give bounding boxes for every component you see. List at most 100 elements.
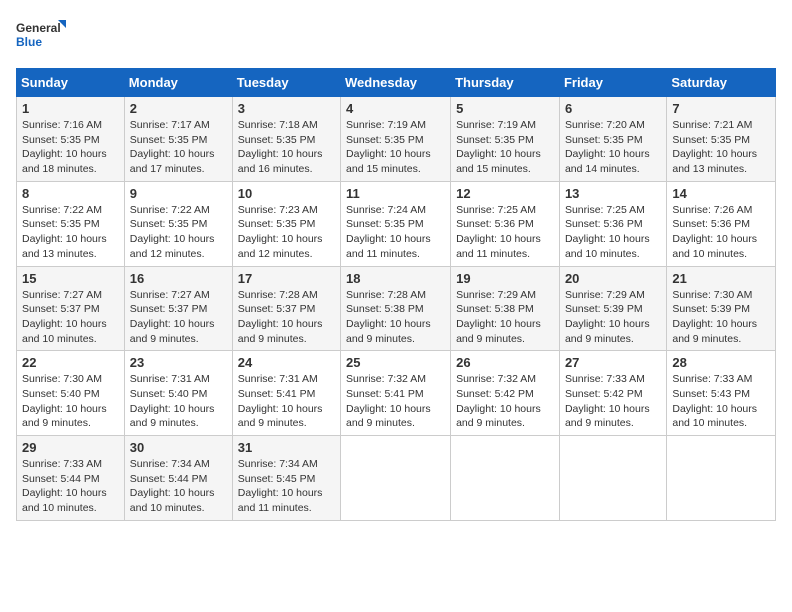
day-cell: 14 Sunrise: 7:26 AMSunset: 5:36 PMDaylig… [667, 181, 776, 266]
day-number: 13 [565, 186, 661, 201]
day-number: 10 [238, 186, 335, 201]
day-number: 24 [238, 355, 335, 370]
day-cell: 20 Sunrise: 7:29 AMSunset: 5:39 PMDaylig… [559, 266, 666, 351]
day-info: Sunrise: 7:18 AMSunset: 5:35 PMDaylight:… [238, 119, 323, 175]
day-cell: 16 Sunrise: 7:27 AMSunset: 5:37 PMDaylig… [124, 266, 232, 351]
day-number: 3 [238, 101, 335, 116]
week-row-2: 8 Sunrise: 7:22 AMSunset: 5:35 PMDayligh… [17, 181, 776, 266]
day-info: Sunrise: 7:22 AMSunset: 5:35 PMDaylight:… [22, 204, 107, 260]
day-cell: 11 Sunrise: 7:24 AMSunset: 5:35 PMDaylig… [341, 181, 451, 266]
day-info: Sunrise: 7:16 AMSunset: 5:35 PMDaylight:… [22, 119, 107, 175]
day-info: Sunrise: 7:23 AMSunset: 5:35 PMDaylight:… [238, 204, 323, 260]
header-row: SundayMondayTuesdayWednesdayThursdayFrid… [17, 69, 776, 97]
day-info: Sunrise: 7:31 AMSunset: 5:40 PMDaylight:… [130, 373, 215, 429]
day-info: Sunrise: 7:29 AMSunset: 5:39 PMDaylight:… [565, 289, 650, 345]
day-info: Sunrise: 7:21 AMSunset: 5:35 PMDaylight:… [672, 119, 757, 175]
day-cell: 4 Sunrise: 7:19 AMSunset: 5:35 PMDayligh… [341, 97, 451, 182]
day-number: 27 [565, 355, 661, 370]
day-info: Sunrise: 7:34 AMSunset: 5:44 PMDaylight:… [130, 458, 215, 514]
day-number: 7 [672, 101, 770, 116]
day-cell: 28 Sunrise: 7:33 AMSunset: 5:43 PMDaylig… [667, 351, 776, 436]
day-number: 18 [346, 271, 445, 286]
calendar-table: SundayMondayTuesdayWednesdayThursdayFrid… [16, 68, 776, 521]
day-number: 16 [130, 271, 227, 286]
day-number: 22 [22, 355, 119, 370]
day-cell: 13 Sunrise: 7:25 AMSunset: 5:36 PMDaylig… [559, 181, 666, 266]
day-number: 28 [672, 355, 770, 370]
day-number: 23 [130, 355, 227, 370]
day-info: Sunrise: 7:19 AMSunset: 5:35 PMDaylight:… [456, 119, 541, 175]
day-number: 25 [346, 355, 445, 370]
day-number: 17 [238, 271, 335, 286]
col-header-monday: Monday [124, 69, 232, 97]
week-row-4: 22 Sunrise: 7:30 AMSunset: 5:40 PMDaylig… [17, 351, 776, 436]
logo-svg: General Blue [16, 16, 66, 56]
day-number: 30 [130, 440, 227, 455]
day-cell: 2 Sunrise: 7:17 AMSunset: 5:35 PMDayligh… [124, 97, 232, 182]
day-info: Sunrise: 7:30 AMSunset: 5:40 PMDaylight:… [22, 373, 107, 429]
day-cell: 31 Sunrise: 7:34 AMSunset: 5:45 PMDaylig… [232, 436, 340, 521]
day-cell [341, 436, 451, 521]
day-info: Sunrise: 7:19 AMSunset: 5:35 PMDaylight:… [346, 119, 431, 175]
col-header-tuesday: Tuesday [232, 69, 340, 97]
day-cell: 8 Sunrise: 7:22 AMSunset: 5:35 PMDayligh… [17, 181, 125, 266]
day-cell: 27 Sunrise: 7:33 AMSunset: 5:42 PMDaylig… [559, 351, 666, 436]
day-number: 26 [456, 355, 554, 370]
day-cell [559, 436, 666, 521]
day-info: Sunrise: 7:26 AMSunset: 5:36 PMDaylight:… [672, 204, 757, 260]
day-info: Sunrise: 7:32 AMSunset: 5:42 PMDaylight:… [456, 373, 541, 429]
day-number: 19 [456, 271, 554, 286]
day-number: 12 [456, 186, 554, 201]
day-number: 1 [22, 101, 119, 116]
day-cell: 10 Sunrise: 7:23 AMSunset: 5:35 PMDaylig… [232, 181, 340, 266]
day-number: 8 [22, 186, 119, 201]
day-info: Sunrise: 7:22 AMSunset: 5:35 PMDaylight:… [130, 204, 215, 260]
day-info: Sunrise: 7:17 AMSunset: 5:35 PMDaylight:… [130, 119, 215, 175]
day-number: 29 [22, 440, 119, 455]
day-cell: 5 Sunrise: 7:19 AMSunset: 5:35 PMDayligh… [451, 97, 560, 182]
day-cell: 22 Sunrise: 7:30 AMSunset: 5:40 PMDaylig… [17, 351, 125, 436]
day-info: Sunrise: 7:25 AMSunset: 5:36 PMDaylight:… [456, 204, 541, 260]
logo: General Blue [16, 16, 66, 56]
day-number: 5 [456, 101, 554, 116]
day-info: Sunrise: 7:27 AMSunset: 5:37 PMDaylight:… [130, 289, 215, 345]
day-number: 14 [672, 186, 770, 201]
week-row-3: 15 Sunrise: 7:27 AMSunset: 5:37 PMDaylig… [17, 266, 776, 351]
day-number: 2 [130, 101, 227, 116]
day-cell: 15 Sunrise: 7:27 AMSunset: 5:37 PMDaylig… [17, 266, 125, 351]
day-cell: 29 Sunrise: 7:33 AMSunset: 5:44 PMDaylig… [17, 436, 125, 521]
svg-text:General: General [16, 21, 61, 35]
day-number: 21 [672, 271, 770, 286]
day-number: 9 [130, 186, 227, 201]
day-cell: 21 Sunrise: 7:30 AMSunset: 5:39 PMDaylig… [667, 266, 776, 351]
day-cell: 12 Sunrise: 7:25 AMSunset: 5:36 PMDaylig… [451, 181, 560, 266]
day-cell: 25 Sunrise: 7:32 AMSunset: 5:41 PMDaylig… [341, 351, 451, 436]
day-number: 6 [565, 101, 661, 116]
day-cell: 1 Sunrise: 7:16 AMSunset: 5:35 PMDayligh… [17, 97, 125, 182]
day-cell [451, 436, 560, 521]
day-info: Sunrise: 7:25 AMSunset: 5:36 PMDaylight:… [565, 204, 650, 260]
day-info: Sunrise: 7:33 AMSunset: 5:44 PMDaylight:… [22, 458, 107, 514]
svg-text:Blue: Blue [16, 35, 42, 49]
col-header-sunday: Sunday [17, 69, 125, 97]
day-info: Sunrise: 7:31 AMSunset: 5:41 PMDaylight:… [238, 373, 323, 429]
day-info: Sunrise: 7:29 AMSunset: 5:38 PMDaylight:… [456, 289, 541, 345]
day-cell: 6 Sunrise: 7:20 AMSunset: 5:35 PMDayligh… [559, 97, 666, 182]
day-cell: 7 Sunrise: 7:21 AMSunset: 5:35 PMDayligh… [667, 97, 776, 182]
day-cell: 23 Sunrise: 7:31 AMSunset: 5:40 PMDaylig… [124, 351, 232, 436]
day-number: 11 [346, 186, 445, 201]
day-info: Sunrise: 7:27 AMSunset: 5:37 PMDaylight:… [22, 289, 107, 345]
day-number: 31 [238, 440, 335, 455]
col-header-friday: Friday [559, 69, 666, 97]
day-info: Sunrise: 7:24 AMSunset: 5:35 PMDaylight:… [346, 204, 431, 260]
day-cell: 30 Sunrise: 7:34 AMSunset: 5:44 PMDaylig… [124, 436, 232, 521]
week-row-1: 1 Sunrise: 7:16 AMSunset: 5:35 PMDayligh… [17, 97, 776, 182]
day-info: Sunrise: 7:33 AMSunset: 5:43 PMDaylight:… [672, 373, 757, 429]
day-info: Sunrise: 7:28 AMSunset: 5:37 PMDaylight:… [238, 289, 323, 345]
col-header-wednesday: Wednesday [341, 69, 451, 97]
col-header-thursday: Thursday [451, 69, 560, 97]
day-info: Sunrise: 7:20 AMSunset: 5:35 PMDaylight:… [565, 119, 650, 175]
day-cell [667, 436, 776, 521]
day-info: Sunrise: 7:34 AMSunset: 5:45 PMDaylight:… [238, 458, 323, 514]
day-cell: 9 Sunrise: 7:22 AMSunset: 5:35 PMDayligh… [124, 181, 232, 266]
